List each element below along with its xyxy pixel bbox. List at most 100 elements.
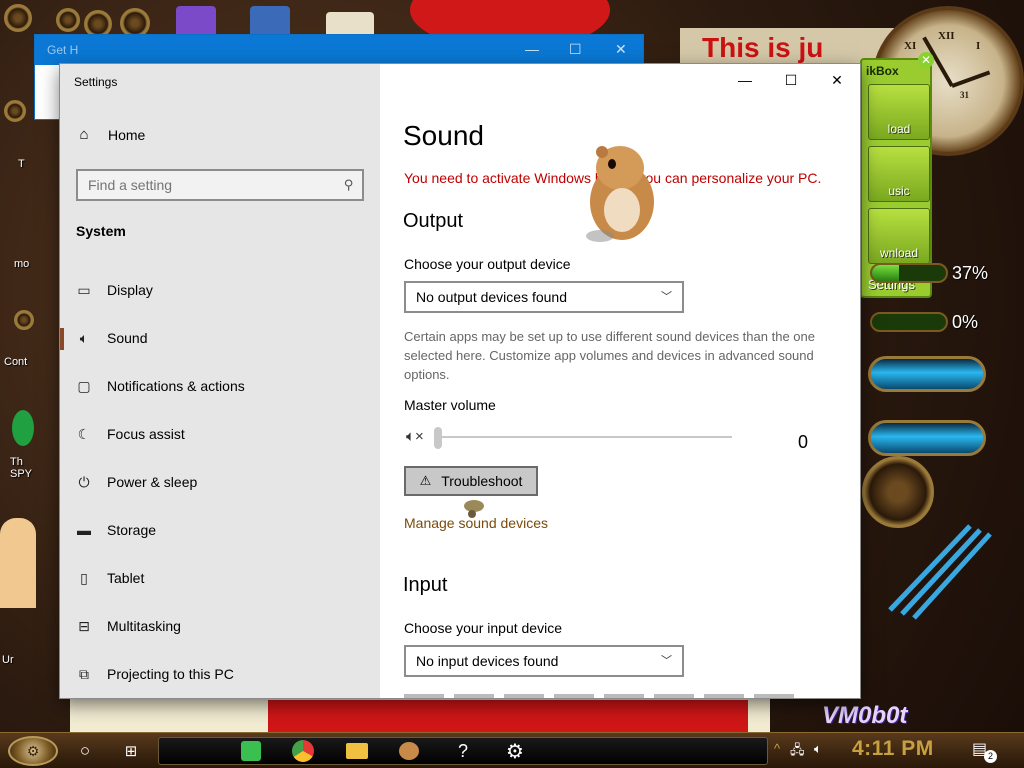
widget-download-button[interactable]: wnload — [868, 208, 930, 264]
taskbar: ⚙ ○ ⊞ ? ⚙ ^ 🖧︎ 🔈︎ 4:11 PM ▤ 2 — [0, 732, 1024, 768]
tube-decoration — [868, 420, 986, 456]
gear-icon: ⚙ — [26, 742, 40, 759]
cursor-icon — [464, 500, 484, 518]
notification-icon: ▢ — [77, 377, 91, 394]
tablet-icon: ▯ — [80, 569, 88, 586]
search-button[interactable]: ○ — [70, 736, 100, 766]
chrome-icon — [292, 740, 314, 762]
taskbar-hamster-app[interactable] — [394, 736, 424, 766]
storage-icon: ▬ — [77, 522, 91, 538]
background-window-title: Get H — [47, 43, 79, 57]
wallpaper-banner-text: This is ju — [702, 32, 824, 63]
desktop-icon-label: Th SPY — [10, 456, 33, 480]
maximize-button[interactable]: ☐ — [768, 64, 814, 96]
widget-button-label: usic — [888, 184, 910, 198]
taskbar-settings-app[interactable]: ⚙ — [500, 736, 530, 766]
widget-music-button[interactable]: usic — [868, 146, 930, 202]
cartoon-character-icon — [0, 518, 36, 608]
multitasking-icon: ⊟ — [78, 617, 90, 634]
clock-numeral: I — [976, 40, 981, 52]
projector-icon: ⧉ — [79, 665, 89, 682]
folder-icon — [346, 743, 368, 759]
taskbar-file-explorer[interactable] — [342, 736, 372, 766]
hamster-icon — [399, 742, 419, 760]
tray-chevron-icon[interactable]: ^ — [774, 741, 780, 756]
tube-decoration — [868, 356, 986, 392]
sidebar-item-sound[interactable]: 🔈︎ Sound — [60, 318, 380, 358]
section-heading: System — [76, 223, 126, 239]
search-icon[interactable]: ⚲ — [344, 177, 354, 193]
maximize-icon[interactable]: ☐ — [569, 41, 582, 58]
widget-load-button[interactable]: load — [868, 84, 930, 140]
widget-button-label: load — [887, 122, 911, 136]
close-icon[interactable]: ✕ — [615, 41, 627, 58]
sidebar-item-projecting[interactable]: ⧉ Projecting to this PC — [60, 654, 380, 694]
sidebar-item-power-sleep[interactable]: ⏻ Power & sleep — [60, 462, 380, 502]
sidebar-item-label: Sound — [107, 330, 148, 346]
clock-hand — [951, 70, 991, 88]
meter-fill — [872, 265, 900, 281]
gear-decoration — [4, 100, 26, 122]
desktop-icon-label: Ur — [2, 654, 14, 666]
minimize-icon[interactable]: — — [525, 41, 539, 57]
input-device-dropdown[interactable]: No input devices found ﹀ — [404, 645, 684, 677]
taskbar-clock[interactable]: 4:11 PM — [852, 737, 934, 761]
media-widget: ikBox load usic wnload Settings — [860, 58, 932, 298]
sidebar-item-storage[interactable]: ▬ Storage — [60, 510, 380, 550]
volume-muted-icon[interactable]: 🔈︎ — [814, 741, 822, 757]
watermark-text: VM0b0t — [822, 702, 908, 729]
speaker-icon: 🔈︎ — [79, 329, 89, 346]
settings-sidebar: Settings ⌂ Home ⚲ System ▭ Display 🔈︎ So… — [60, 64, 380, 698]
taskbar-help-app[interactable]: ? — [448, 736, 478, 766]
page-title: Sound — [403, 120, 484, 151]
display-icon: ▭ — [77, 281, 91, 298]
input-description-cut — [404, 694, 804, 698]
start-button[interactable]: ⚙ — [8, 736, 58, 766]
volume-slider-thumb[interactable] — [434, 427, 442, 449]
sidebar-item-tablet[interactable]: ▯ Tablet — [60, 558, 380, 598]
troubleshoot-button[interactable]: ⚠ Troubleshoot — [404, 466, 538, 496]
home-link[interactable]: ⌂ Home — [76, 126, 145, 143]
sidebar-item-label: Focus assist — [107, 426, 185, 442]
search-input[interactable] — [78, 171, 328, 199]
sidebar-item-multitasking[interactable]: ⊟ Multitasking — [60, 606, 380, 646]
window-controls: — ☐ ✕ — [722, 64, 860, 96]
task-view-button[interactable]: ⊞ — [116, 736, 146, 766]
close-button[interactable]: ✕ — [814, 64, 860, 96]
cortana-circle-icon: ○ — [79, 741, 91, 760]
volume-slider-track[interactable] — [434, 436, 732, 438]
background-window-titlebar[interactable]: Get H — ☐ ✕ — [35, 35, 643, 65]
taskbar-chrome-app[interactable] — [288, 736, 318, 766]
search-box[interactable]: ⚲ — [76, 169, 364, 201]
help-chat-icon: ? — [457, 740, 468, 761]
notification-center-button[interactable]: ▤ 2 — [972, 739, 997, 763]
task-view-icon: ⊞ — [124, 743, 138, 760]
widget-close-icon[interactable]: ✕ — [918, 52, 934, 68]
output-heading: Output — [403, 210, 464, 232]
clock-numeral: XII — [938, 30, 955, 42]
sidebar-item-display[interactable]: ▭ Display — [60, 270, 380, 310]
wallpaper-bottom-red — [268, 700, 748, 732]
sidebar-item-label: Display — [107, 282, 153, 298]
widget-button-label: wnload — [879, 246, 919, 260]
clock-date: 31 — [960, 90, 969, 100]
output-device-dropdown[interactable]: No output devices found ﹀ — [404, 281, 684, 313]
taskbar-notes-app[interactable] — [236, 736, 266, 766]
gear-decoration — [14, 310, 34, 330]
clock-numeral: XI — [904, 40, 917, 52]
volume-value: 0 — [798, 432, 809, 452]
desktop-icon-label: T — [18, 158, 25, 170]
minimize-button[interactable]: — — [722, 64, 768, 96]
sidebar-item-label: Multitasking — [107, 618, 181, 634]
power-icon: ⏻ — [78, 473, 90, 490]
troubleshoot-label: Troubleshoot — [441, 473, 523, 489]
sidebar-item-label: Power & sleep — [107, 474, 198, 490]
network-icon[interactable]: 🖧︎ — [790, 741, 805, 763]
app-shortcut-icon[interactable] — [12, 410, 34, 446]
sidebar-item-notifications[interactable]: ▢ Notifications & actions — [60, 366, 380, 406]
meter-bar — [870, 312, 948, 332]
output-device-label: Choose your output device — [404, 256, 571, 272]
mute-icon[interactable]: 🔈︎× — [406, 428, 424, 445]
sidebar-item-focus-assist[interactable]: ☾ Focus assist — [60, 414, 380, 454]
notification-count: 2 — [984, 750, 997, 763]
